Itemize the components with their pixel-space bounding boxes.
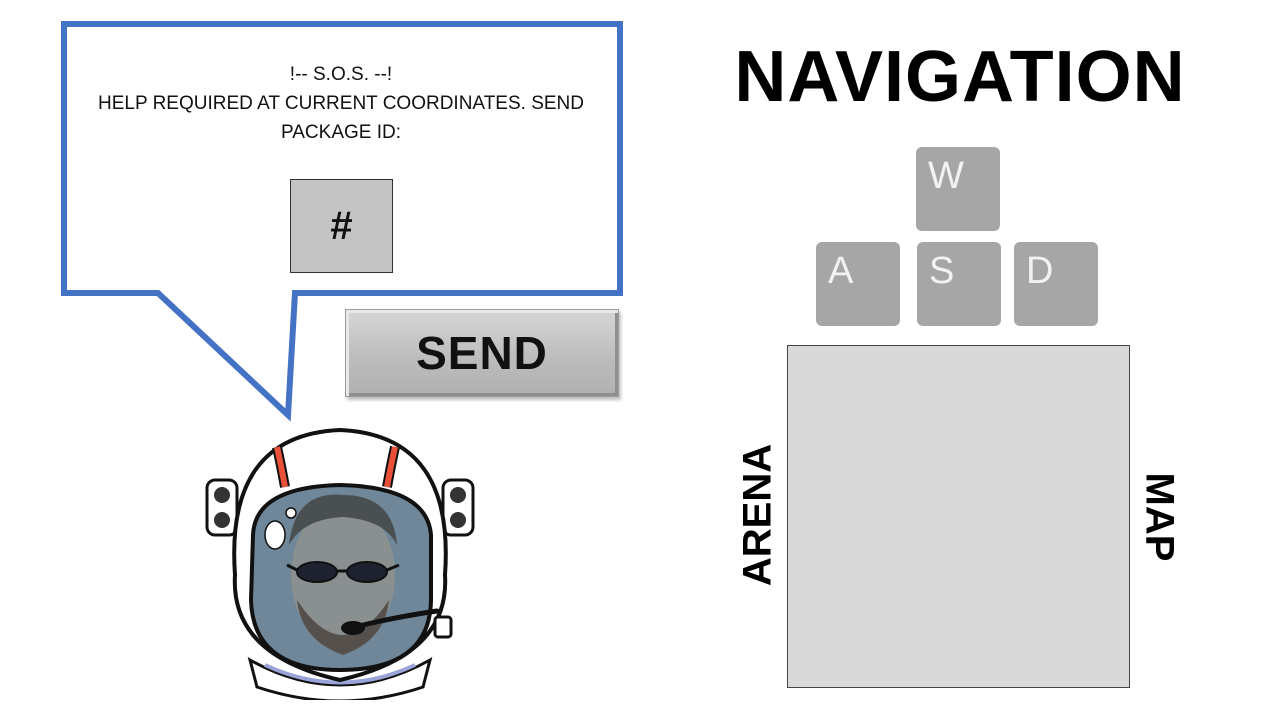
sos-message: !-- S.O.S. --! HELP REQUIRED AT CURRENT … — [70, 60, 612, 147]
map-label: MAP — [1137, 472, 1182, 562]
sos-body-line-2: PACKAGE ID: — [280, 122, 401, 143]
key-s-button[interactable]: S — [917, 242, 1001, 326]
send-button[interactable]: SEND — [345, 309, 619, 397]
package-id-placeholder: # — [330, 203, 353, 248]
sos-body-line-1: HELP REQUIRED AT CURRENT COORDINATES. SE… — [98, 93, 584, 114]
key-a-label: A — [828, 250, 854, 292]
left-ear-pod-icon — [205, 478, 239, 537]
key-d-label: D — [1026, 250, 1054, 292]
arena-label: ARENA — [735, 443, 780, 587]
astronaut-avatar — [205, 427, 475, 700]
key-s-label: S — [929, 250, 955, 292]
key-w-label: W — [928, 155, 964, 197]
send-button-label: SEND — [416, 327, 548, 379]
right-ear-pod-icon — [441, 478, 475, 537]
key-d-button[interactable]: D — [1014, 242, 1098, 326]
key-a-button[interactable]: A — [816, 242, 900, 326]
arena-map[interactable] — [787, 345, 1130, 688]
key-w-button[interactable]: W — [916, 147, 1000, 231]
package-id-input[interactable]: # — [290, 179, 393, 273]
navigation-title: NAVIGATION — [734, 37, 1186, 117]
sos-header: !-- S.O.S. --! — [289, 64, 393, 85]
